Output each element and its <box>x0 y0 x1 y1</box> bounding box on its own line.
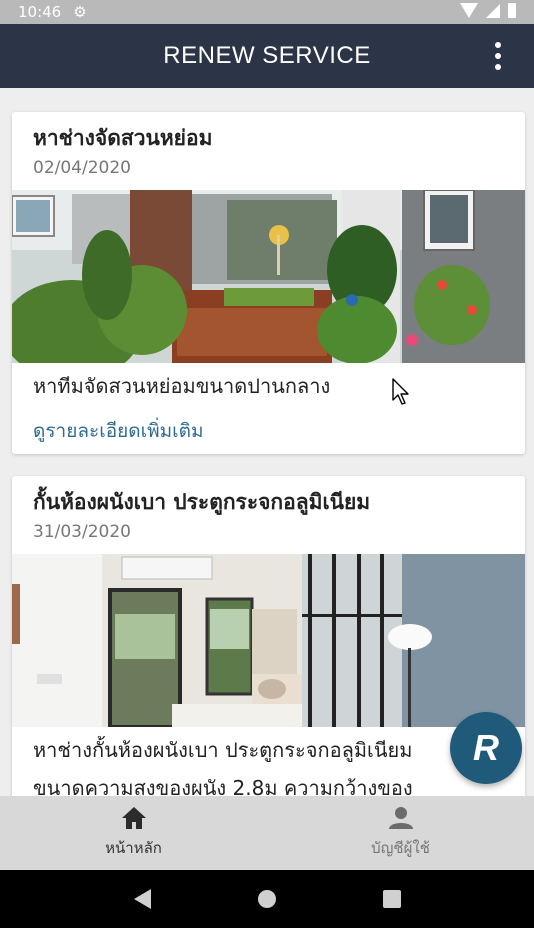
post-card[interactable]: กั้นห้องผนังเบา ประตูกระจกอลูมิเนียม 31/… <box>12 476 525 796</box>
status-time: 10:46 <box>18 3 62 21</box>
nav-item-account[interactable]: บัญชีผู้ใช้ <box>267 796 534 870</box>
status-icons <box>460 3 516 18</box>
wifi-icon <box>460 3 478 18</box>
app-bar: RENEW SERVICE <box>0 24 534 88</box>
post-date: 02/04/2020 <box>33 158 131 178</box>
settings-gear-icon: ⚙ <box>73 3 87 21</box>
system-navigation-bar <box>0 870 534 928</box>
home-icon <box>121 807 146 829</box>
post-description: หาทีมจัดสวนหย่อมขนาดปานกลาง <box>33 374 331 398</box>
post-title: กั้นห้องผนังเบา ประตูกระจกอลูมิเนียม <box>33 490 371 514</box>
post-description-line: ขนาดความสูงของผนัง 2.8ม ความกว้างของ <box>33 776 413 796</box>
bottom-navigation: หน้าหลัก บัญชีผู้ใช้ <box>0 796 534 870</box>
post-list[interactable]: หาช่างจัดสวนหย่อม 02/04/2020 หาทีมจัดสวน… <box>0 88 534 796</box>
overflow-menu-icon[interactable] <box>492 42 504 70</box>
nav-item-home[interactable]: หน้าหลัก <box>0 796 267 870</box>
post-description-line: หาช่างกั้นห้องผนังเบา ประตูกระจกอลูมิเนี… <box>33 738 413 762</box>
back-icon[interactable] <box>133 889 151 909</box>
battery-icon <box>508 3 516 18</box>
cellular-signal-icon <box>486 3 500 18</box>
nav-label-account: บัญชีผู้ใช้ <box>371 839 430 857</box>
recent-apps-icon[interactable] <box>382 890 401 908</box>
garden-photo <box>12 190 525 363</box>
post-date: 31/03/2020 <box>33 522 131 542</box>
status-bar: 10:46 ⚙ <box>0 0 534 24</box>
post-title: หาช่างจัดสวนหย่อม <box>33 126 213 150</box>
post-card[interactable]: หาช่างจัดสวนหย่อม 02/04/2020 หาทีมจัดสวน… <box>12 112 525 454</box>
app-title: RENEW SERVICE <box>163 42 371 69</box>
nav-label-home: หน้าหลัก <box>105 839 162 857</box>
renew-fab-button[interactable]: R <box>450 712 522 784</box>
person-icon <box>388 807 413 829</box>
partition-room-photo <box>12 554 525 727</box>
home-button-icon[interactable] <box>257 890 276 908</box>
see-more-link[interactable]: ดูรายละเอียดเพิ่มเติม <box>33 416 203 446</box>
renew-logo-icon: R <box>473 727 499 768</box>
